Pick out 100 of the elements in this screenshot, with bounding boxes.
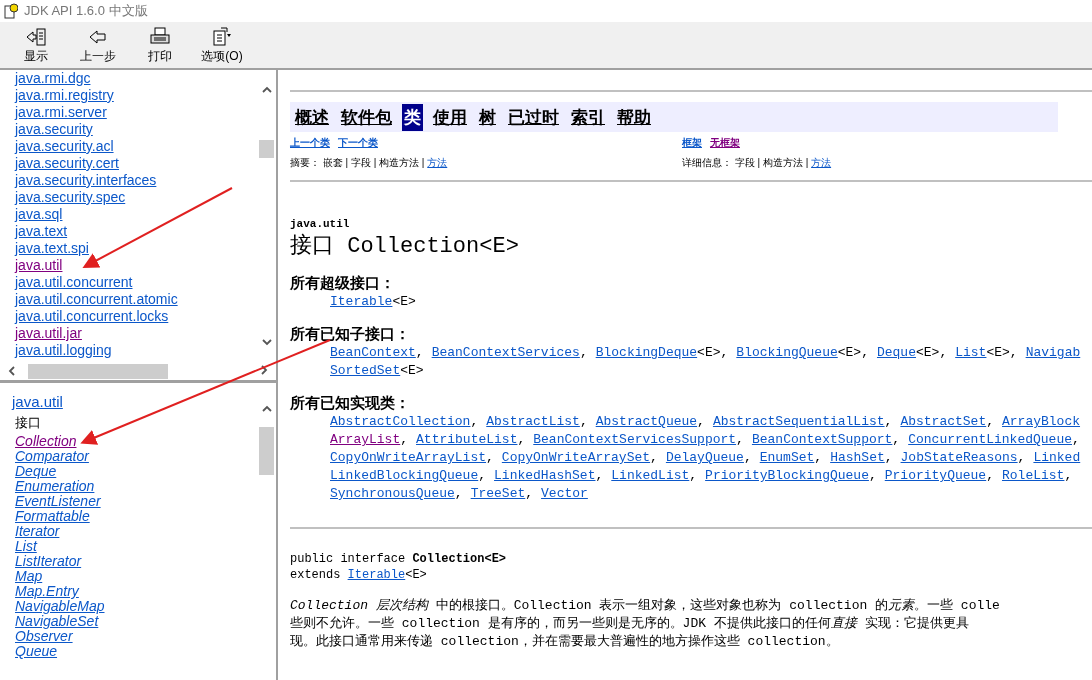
package-link[interactable]: java.util.jar [15,325,82,342]
interface-link[interactable]: Comparator [15,449,89,464]
class-link[interactable]: ConcurrentLinkedQueue [908,431,1072,449]
type-suffix: , [892,431,901,449]
class-link[interactable]: JobStateReasons [900,449,1018,467]
package-link[interactable]: java.util [15,257,63,274]
nav-link[interactable]: 框架 [682,136,702,150]
interface-link[interactable]: Collection [15,434,77,449]
class-link[interactable]: AbstractSet [900,413,987,431]
package-link[interactable]: java.security.interfaces [15,172,157,189]
class-link[interactable]: Iterable [347,567,406,583]
nav-tab[interactable]: 概述 [293,103,331,131]
class-link[interactable]: BlockingQueue [736,344,838,362]
interface-link[interactable]: Formattable [15,509,90,524]
class-link[interactable]: HashSet [830,449,885,467]
class-link[interactable]: CopyOnWriteArraySet [501,449,651,467]
nav-tab[interactable]: 已过时 [506,103,561,131]
toolbar-button[interactable]: 上一步 [72,22,124,65]
nav-tab[interactable]: 类 [402,103,423,131]
type-suffix: , [517,431,526,449]
package-link[interactable]: java.security.acl [15,138,114,155]
interface-link[interactable]: Queue [15,644,58,659]
class-link[interactable]: AbstractList [486,413,580,431]
interface-link[interactable]: NavigableMap [15,599,105,614]
package-link[interactable]: java.security.cert [15,155,119,172]
class-link[interactable]: AbstractQueue [595,413,698,431]
package-link[interactable]: java.rmi.server [15,104,107,121]
class-link[interactable]: Deque [876,344,916,362]
class-link[interactable]: TreeSet [470,485,526,503]
package-link[interactable]: java.util.concurrent.locks [15,308,169,325]
class-link[interactable]: Linked [1033,449,1081,467]
nav-link[interactable]: 无框架 [710,136,740,150]
class-link[interactable]: BlockingDeque [595,344,698,362]
class-link[interactable]: SynchronousQueue [330,485,455,503]
class-link[interactable]: RoleList [1002,467,1065,485]
summary-link[interactable]: 方法 [427,156,448,170]
scroll-left-icon[interactable] [6,365,18,377]
class-link[interactable]: ArrayList [330,431,401,449]
nav-tab[interactable]: 索引 [569,103,607,131]
class-link[interactable]: CopyOnWriteArrayList [330,449,487,467]
class-link[interactable]: LinkedList [611,467,690,485]
package-link[interactable]: java.util.concurrent.atomic [15,291,178,308]
class-link[interactable]: DelayQueue [665,449,744,467]
scroll-right-icon[interactable] [258,364,270,376]
class-link[interactable]: List [955,344,987,362]
interface-link[interactable]: Deque [15,464,57,479]
nav-link[interactable]: 下一个类 [338,136,378,150]
scrollbar-thumb[interactable] [28,363,168,379]
interface-link[interactable]: NavigableSet [15,614,99,629]
interface-link[interactable]: Enumeration [15,479,95,494]
interface-link[interactable]: Map [15,569,43,584]
type-suffix: , [1072,431,1080,449]
class-link[interactable]: ArrayBlock [1002,413,1081,431]
type-suffix: <E>, [837,344,869,362]
toolbar-button[interactable]: 选项(O) [196,22,248,65]
nav-tab[interactable]: 树 [477,103,498,131]
toolbar-button[interactable]: 打印 [134,22,186,65]
class-link[interactable]: AttributeList [416,431,518,449]
class-link[interactable]: AbstractCollection [330,413,471,431]
class-link[interactable]: Navigab [1025,344,1081,362]
detail-link[interactable]: 方法 [811,156,832,170]
class-link[interactable]: PriorityBlockingQueue [705,467,869,485]
package-link[interactable]: java.security [15,121,93,138]
class-link[interactable]: BeanContext [330,344,416,362]
scrollbar-thumb[interactable] [259,140,274,158]
interface-link[interactable]: Map.Entry [15,584,79,599]
class-link[interactable]: BeanContextSupport [751,431,893,449]
scroll-down-icon[interactable] [260,336,273,348]
panel-arrow-icon [25,26,47,48]
interface-link[interactable]: Iterator [15,524,60,539]
interface-link[interactable]: Observer [15,629,73,644]
package-link[interactable]: java.security.spec [15,189,126,206]
type-suffix: , [579,344,588,362]
package-link[interactable]: java.rmi.dgc [15,70,91,87]
nav-tab[interactable]: 软件包 [339,103,394,131]
class-link[interactable]: BeanContextServicesSupport [533,431,737,449]
class-link[interactable]: LinkedHashSet [494,467,596,485]
toolbar-button[interactable]: 显示 [10,22,62,65]
package-link[interactable]: java.text [15,223,68,240]
class-link[interactable]: PriorityQueue [884,467,987,485]
package-link[interactable]: java.text.spi [15,240,89,257]
class-link[interactable]: Vector [541,485,588,503]
package-link[interactable]: java.util.logging [15,342,112,359]
nav-tab[interactable]: 帮助 [615,103,653,131]
package-link[interactable]: java.rmi.registry [15,87,114,104]
package-link[interactable]: java.sql [15,206,63,223]
package-link[interactable]: java.util.concurrent [15,274,133,291]
nav-tab[interactable]: 使用 [431,103,469,131]
interface-link[interactable]: List [15,539,37,554]
class-link[interactable]: LinkedBlockingQueue [330,467,479,485]
class-link[interactable]: EnumSet [759,449,815,467]
interface-link[interactable]: ListIterator [15,554,82,569]
package-title-link[interactable]: java.util [12,393,63,410]
class-link[interactable]: SortedSet [330,362,401,380]
scrollbar-thumb[interactable] [259,427,274,475]
class-link[interactable]: BeanContextServices [431,344,580,362]
interface-link[interactable]: EventListener [15,494,101,509]
nav-link[interactable]: 上一个类 [290,136,330,150]
class-link[interactable]: AbstractSequentialList [712,413,885,431]
class-link[interactable]: Iterable [330,293,393,311]
